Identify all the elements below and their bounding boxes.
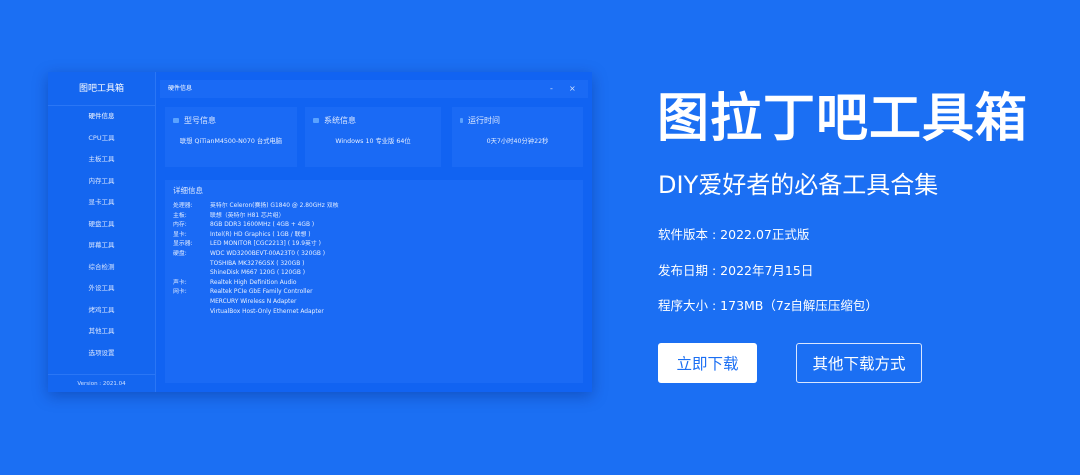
detail-value: WDC WD3200BEVT-00A23T0 ( 320GB ) [210, 250, 326, 257]
sidebar-item[interactable]: 内存工具 [48, 171, 155, 193]
model-info-card: 型号信息 联想 QiTianM4500-N070 台式电脑 [165, 107, 297, 167]
detail-key: 内存: [173, 222, 187, 229]
bolt-icon [460, 118, 463, 123]
detail-row: 内存: 8GB DDR3 1600MHz ( 4GB + 4GB ) [173, 221, 338, 231]
windows-icon [313, 118, 319, 123]
card-value: 0天7小时40分钟22秒 [486, 138, 549, 145]
app-title: 图吧工具箱 [48, 72, 155, 106]
detail-row: 处理器: 英特尔 Celeron(赛扬) G1840 @ 2.80GHz 双核 [173, 202, 338, 212]
sidebar-item[interactable]: 硬件信息 [48, 106, 155, 128]
detail-key: 显示器: [173, 241, 193, 248]
card-title: 系统信息 [324, 116, 356, 125]
detail-value: TOSHIBA MK3276GSX ( 320GB ) [210, 260, 305, 267]
detail-value: Realtek High Definition Audio [210, 279, 297, 286]
detail-row: VirtualBox Host-Only Ethernet Adapter [173, 308, 338, 318]
sidebar-item[interactable]: 选项设置 [48, 343, 155, 365]
sidebar-item[interactable]: 硬盘工具 [48, 214, 155, 236]
detail-row: 主板: 联想（英特尔 H81 芯片组） [173, 212, 338, 222]
card-value: 联想 QiTianM4500-N070 台式电脑 [179, 138, 283, 145]
detail-key: 主板: [173, 212, 187, 219]
detail-value: Intel(R) HD Graphics ( 1GB / 联想 ) [210, 231, 311, 238]
detail-row: 显示器: LED MONITOR [CGC2213] ( 19.9英寸 ) [173, 240, 338, 250]
detail-value: 8GB DDR3 1600MHz ( 4GB + 4GB ) [210, 222, 315, 229]
promo-title: 图拉丁吧工具箱 [657, 89, 1029, 149]
title-bar: 硬件信息 - × [160, 80, 588, 98]
card-title: 型号信息 [184, 116, 216, 125]
detail-row: 硬盘: WDC WD3200BEVT-00A23T0 ( 320GB ) [173, 250, 338, 260]
close-button[interactable]: × [569, 80, 576, 98]
detail-key [173, 308, 210, 318]
version-info: 软件版本 : 2022.07正式版 [658, 227, 810, 242]
detail-value: LED MONITOR [CGC2213] ( 19.9英寸 ) [210, 241, 321, 248]
detail-key [173, 298, 210, 308]
detail-key: 显卡: [173, 231, 187, 238]
detail-row: TOSHIBA MK3276GSX ( 320GB ) [173, 260, 338, 270]
window-title: 硬件信息 [168, 85, 193, 92]
card-value: Windows 10 专业版 64位 [335, 138, 411, 145]
detail-key: 硬盘: [173, 250, 187, 257]
system-info-card: 系统信息 Windows 10 专业版 64位 [305, 107, 441, 167]
detail-value: 英特尔 Celeron(赛扬) G1840 @ 2.80GHz 双核 [210, 203, 339, 209]
version-label: Version : 2021.04 [48, 374, 155, 392]
detail-value: ShineDisk M667 120G ( 120GB ) [210, 270, 306, 277]
sidebar-item[interactable]: 其他工具 [48, 321, 155, 343]
sidebar-item[interactable]: 显卡工具 [48, 192, 155, 214]
sidebar-item[interactable]: 外设工具 [48, 278, 155, 300]
detail-row: 网卡: Realtek PCIe GbE Family Controller [173, 288, 338, 298]
detail-key: 网卡: [173, 289, 187, 296]
sidebar-item[interactable]: 烤鸡工具 [48, 300, 155, 322]
detail-value: Realtek PCIe GbE Family Controller [210, 289, 313, 296]
sidebar: 图吧工具箱 硬件信息 CPU工具 主板工具 内存工具 显卡工具 硬盘工具 屏幕工具 综合检测外… [48, 72, 156, 392]
detail-key [173, 260, 210, 270]
minimize-button[interactable]: - [550, 80, 553, 98]
card-title: 运行时间 [468, 116, 500, 125]
other-download-button[interactable]: 其他下载方式 [796, 343, 922, 383]
details-title: 详细信息 [173, 186, 203, 195]
sidebar-item[interactable]: 屏幕工具 [48, 235, 155, 257]
detail-key: 处理器: [173, 203, 193, 209]
detail-key: 声卡: [173, 279, 187, 286]
app-window-screenshot: 图吧工具箱 硬件信息 CPU工具 主板工具 内存工具 显卡工具 硬盘工具 屏幕工具 综合检测外… [48, 72, 592, 392]
download-now-button[interactable]: 立即下载 [658, 343, 757, 383]
sidebar-item[interactable]: CPU工具 [48, 128, 155, 150]
detail-row: MERCURY Wireless N Adapter [173, 298, 338, 308]
monitor-icon [173, 118, 179, 123]
sidebar-item[interactable]: 综合检测 [48, 257, 155, 279]
detail-key [173, 269, 210, 279]
release-date: 发布日期 : 2022年7月15日 [658, 263, 814, 278]
sidebar-item[interactable]: 主板工具 [48, 149, 155, 171]
program-size: 程序大小 : 173MB（7z自解压压缩包） [658, 298, 878, 313]
detail-row: ShineDisk M667 120G ( 120GB ) [173, 269, 338, 279]
details-panel: 详细信息 处理器: 英特尔 Celeron(赛扬) G1840 @ 2.80GHz… [165, 180, 583, 383]
detail-value: VirtualBox Host-Only Ethernet Adapter [210, 308, 324, 315]
promo-subtitle: DIY爱好者的必备工具合集 [658, 171, 939, 199]
detail-row: 声卡: Realtek High Definition Audio [173, 279, 338, 289]
detail-value: MERCURY Wireless N Adapter [210, 298, 297, 305]
detail-row: 显卡: Intel(R) HD Graphics ( 1GB / 联想 ) [173, 231, 338, 241]
uptime-card: 运行时间 0天7小时40分钟22秒 [452, 107, 583, 167]
detail-value: 联想（英特尔 H81 芯片组） [210, 212, 285, 219]
